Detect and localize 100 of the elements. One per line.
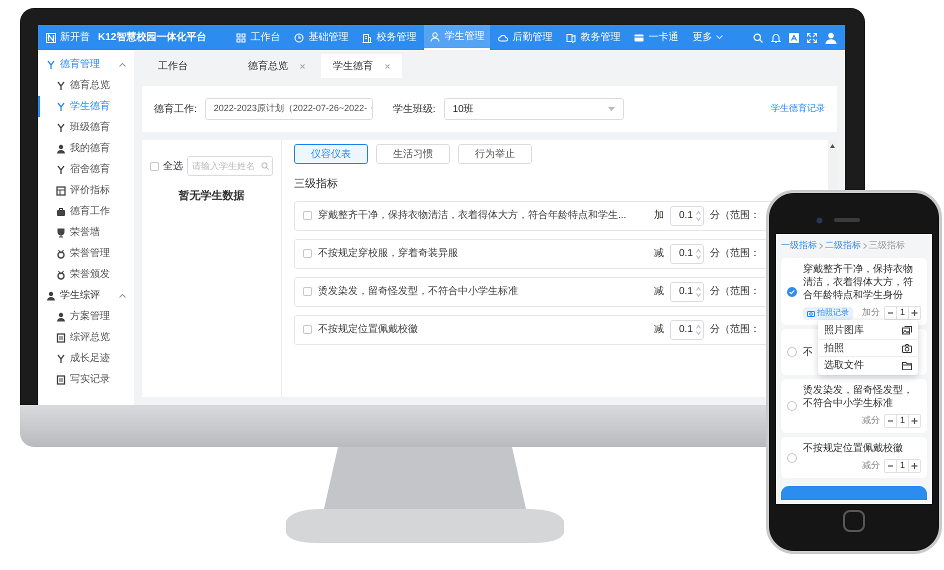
indicator-text: 烫发染发，留奇怪发型，不符合中小学生标准	[318, 284, 519, 299]
indicator-text: 不按规定位置佩戴校徽	[803, 442, 903, 455]
checkbox[interactable]	[303, 287, 312, 296]
checkbox[interactable]	[303, 249, 312, 258]
card-icon	[634, 32, 644, 42]
score-label: 减分	[862, 459, 880, 472]
fullscreen-icon[interactable]	[807, 32, 818, 42]
sidebar-item[interactable]: 方案管理	[38, 306, 134, 327]
page-tab[interactable]: 工作台	[146, 54, 200, 78]
score-input[interactable]: 0.1	[670, 206, 704, 226]
radio-icon[interactable]	[787, 452, 797, 462]
close-icon[interactable]	[300, 64, 305, 68]
checkbox[interactable]	[303, 211, 312, 220]
plus-icon[interactable]	[909, 307, 920, 319]
empty-state-text: 暂无学生数据	[178, 188, 244, 204]
trophy-icon	[56, 228, 66, 238]
search-icon[interactable]	[753, 32, 764, 42]
chevron-right-icon	[819, 243, 823, 249]
sidebar-item[interactable]: 荣誉颁发	[38, 264, 134, 285]
chevron-right-icon	[863, 243, 867, 249]
score-unit: 分（范围：	[710, 322, 760, 337]
score-unit: 分（范围：	[710, 246, 760, 261]
menu-item[interactable]: 照片图库	[818, 322, 918, 339]
sidebar-group[interactable]: 德育管理	[38, 54, 134, 75]
plus-icon[interactable]	[909, 415, 920, 427]
sidebar-item[interactable]: 评价指标	[38, 180, 134, 201]
plus-icon[interactable]	[909, 460, 920, 472]
medal-icon	[56, 270, 66, 280]
score-sign: 减	[654, 246, 664, 261]
user-icon[interactable]	[825, 32, 838, 44]
chevron-up-icon	[119, 293, 126, 298]
score-input[interactable]: 0.1	[670, 282, 704, 302]
translate-icon[interactable]	[789, 32, 800, 42]
phone-speaker	[834, 218, 860, 222]
class-select[interactable]: 10班	[444, 98, 624, 120]
branch-icon	[56, 354, 66, 364]
spinner-icon	[696, 324, 701, 336]
sidebar-item[interactable]: 德育总览	[38, 75, 134, 96]
radio-icon[interactable]	[787, 347, 797, 357]
score-unit: 分（范围：	[710, 208, 760, 223]
radio-icon[interactable]	[787, 401, 797, 411]
filter-label: 学生班级:	[392, 102, 436, 116]
person-icon	[56, 312, 66, 322]
branch-icon	[56, 102, 66, 112]
sidebar-group[interactable]: 学生综评	[38, 285, 134, 306]
medal-icon	[56, 248, 66, 258]
indicator-text: 不	[803, 346, 813, 358]
score-input[interactable]: 0.1	[670, 244, 704, 264]
sidebar-item[interactable]: 我的德育	[38, 138, 134, 159]
student-search-field[interactable]: 请输入学生姓名	[187, 156, 273, 176]
home-button[interactable]	[843, 510, 865, 532]
spinner-icon	[696, 286, 701, 298]
sidebar-item[interactable]: 成长足迹	[38, 348, 134, 369]
document-icon	[56, 374, 66, 384]
score-sign: 加	[654, 208, 664, 223]
spinner-icon	[696, 210, 701, 222]
checkbox[interactable]	[150, 162, 159, 170]
building-icon	[362, 32, 372, 42]
indicator-text: 穿戴整齐干净，保持衣物清洁，衣着得体大方，符合年龄特点和学生...	[318, 208, 628, 223]
sidebar-item[interactable]: 宿舍德育	[38, 159, 134, 180]
category-tab[interactable]: 行为举止	[458, 144, 532, 164]
search-icon	[261, 162, 269, 170]
check-circle-icon[interactable]	[787, 286, 797, 296]
score-unit: 分（范围：	[710, 284, 760, 299]
cloud-icon	[498, 32, 508, 42]
select-all-label[interactable]: 全选	[163, 158, 183, 174]
menu-item[interactable]: 选取文件	[818, 356, 918, 373]
sidebar-item[interactable]: 荣誉墙	[38, 222, 134, 243]
plan-select[interactable]: 2022-2023原计划（2022-07-26~2022-	[204, 98, 373, 120]
score-sign: 减	[654, 322, 664, 337]
clock-icon	[294, 32, 304, 42]
record-link[interactable]: 学生德育记录	[771, 102, 825, 116]
score-label: 减分	[862, 414, 880, 428]
sidebar-item[interactable]: 德育工作	[38, 201, 134, 222]
stepper[interactable]: 1	[884, 459, 921, 473]
camera-icon	[807, 310, 815, 316]
score-label: 加分	[862, 306, 880, 320]
camera-icon	[902, 344, 912, 352]
chevron-down-icon	[716, 35, 724, 40]
checkbox[interactable]	[303, 325, 312, 334]
score-input[interactable]: 0.1	[670, 320, 704, 340]
category-tab[interactable]: 生活习惯	[376, 144, 450, 164]
sidebar-item[interactable]: 班级德育	[38, 117, 134, 138]
page-tab[interactable]: 德育总览	[236, 54, 317, 78]
folder-icon	[902, 360, 912, 370]
menu-item[interactable]: 拍照	[818, 339, 918, 356]
close-icon[interactable]	[385, 64, 390, 68]
page-tab[interactable]: 学生德育	[321, 54, 402, 78]
sidebar-item[interactable]: 荣誉管理	[38, 243, 134, 264]
indicator-text: 烫发染发，留奇怪发型，不符合中小学生标准	[803, 384, 914, 410]
logo-icon	[46, 32, 56, 42]
stepper[interactable]: 1	[884, 414, 921, 428]
sidebar-item[interactable]: 写实记录	[38, 369, 134, 390]
grid-icon	[56, 186, 66, 196]
bell-icon[interactable]	[771, 32, 782, 42]
sidebar-item[interactable]: 综评总览	[38, 327, 134, 348]
chevron-up-icon	[119, 62, 126, 67]
scroll-up-icon[interactable]	[830, 144, 835, 148]
branch-icon	[56, 122, 66, 132]
person-icon	[430, 32, 440, 42]
